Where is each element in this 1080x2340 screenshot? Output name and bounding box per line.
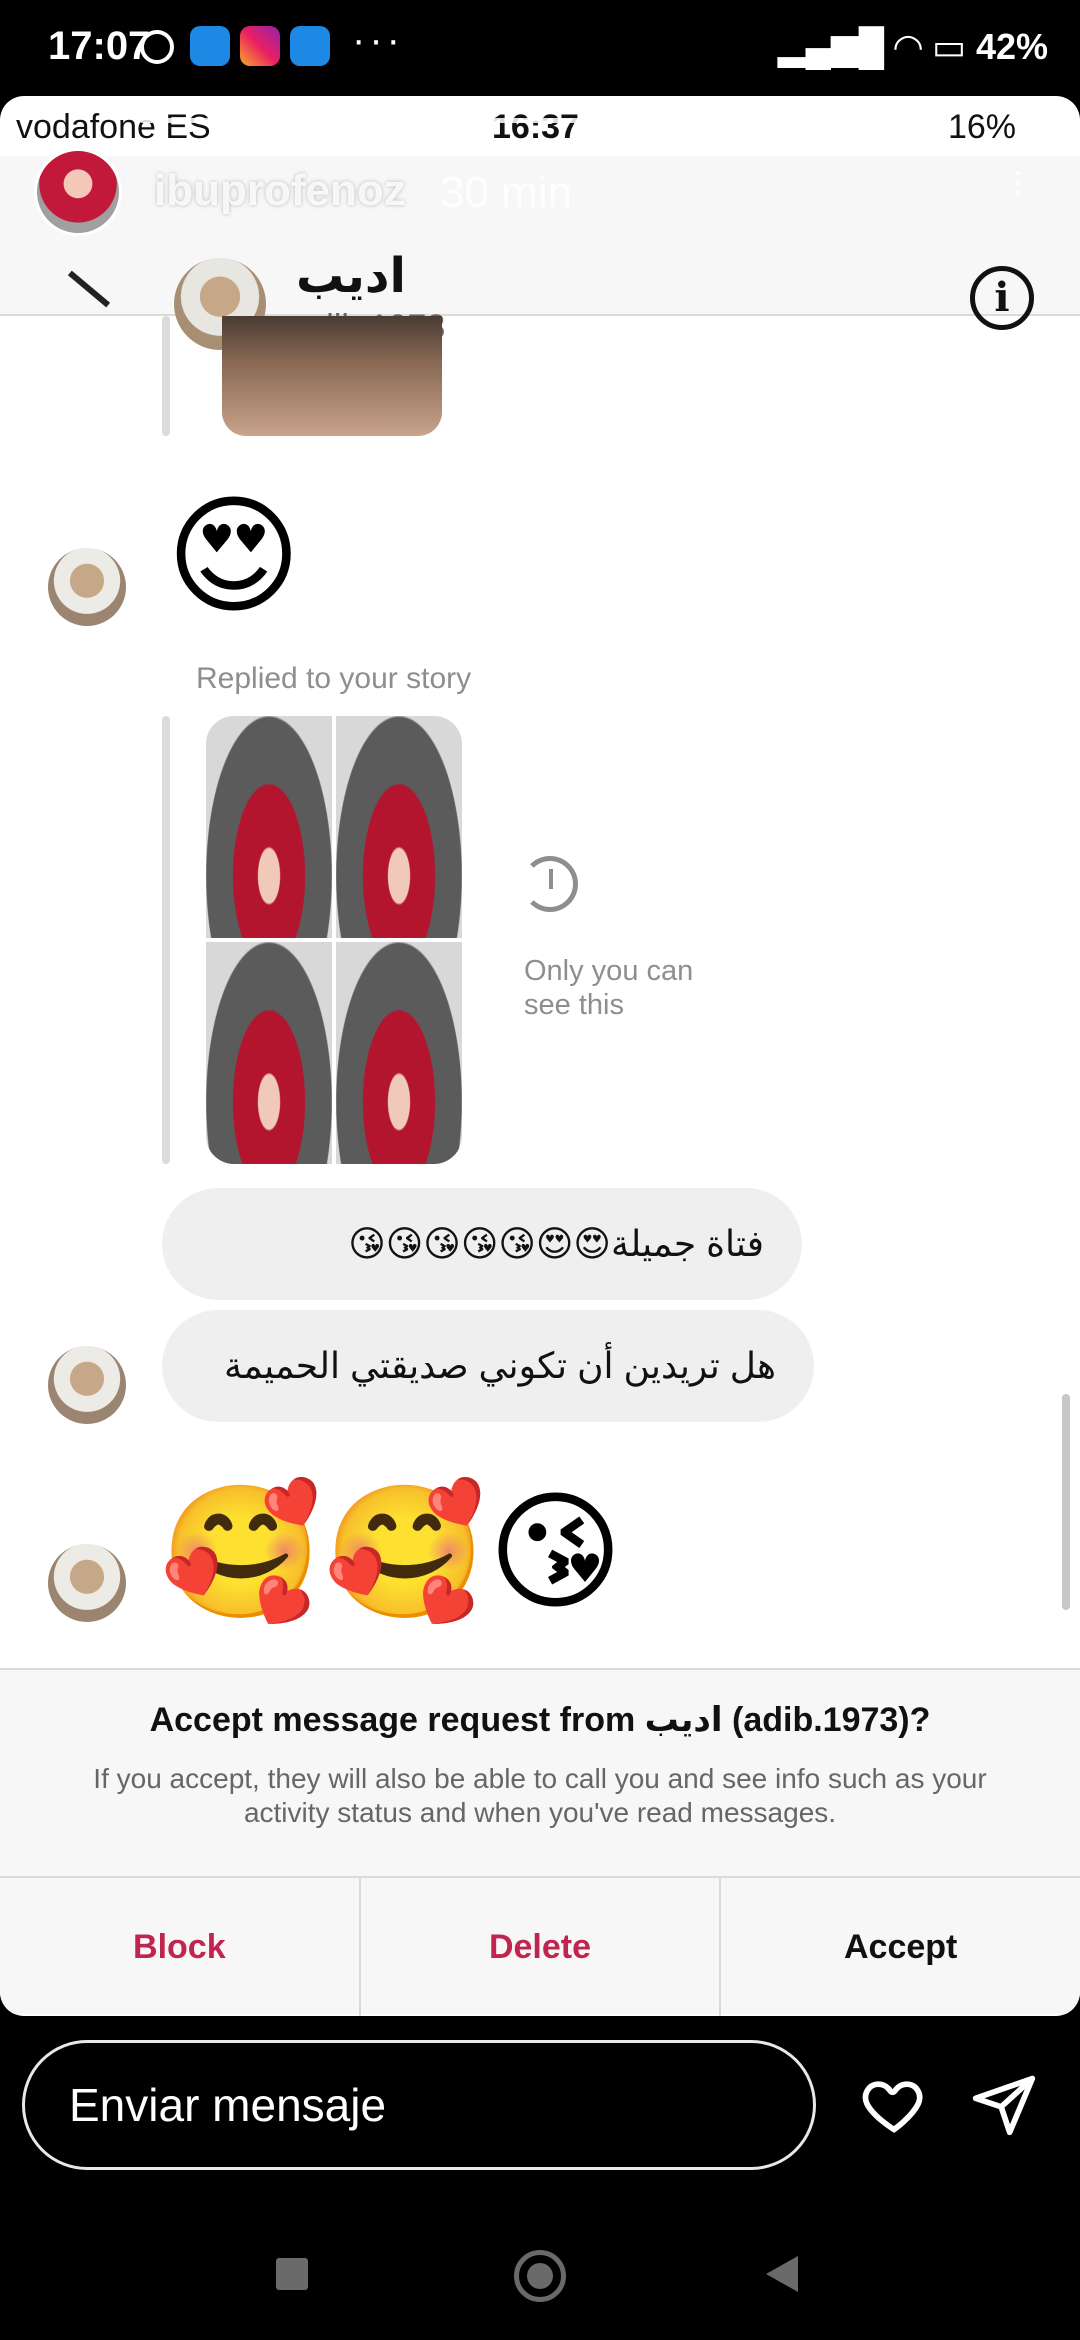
device-clock: 17:07 — [48, 24, 151, 68]
message-bubble: فتاة جميلة😍😍😘😘😘😘😘 — [162, 1188, 802, 1300]
block-button[interactable]: Block — [0, 1878, 361, 2016]
request-title: Accept message request from اديب (adib.1… — [149, 1701, 931, 1739]
story-username[interactable]: ibuprofenoz — [154, 166, 406, 216]
story-viewer[interactable]: vodafone ES 16:37 16% اديب adib.1973 i i… — [0, 96, 1080, 2016]
emoji-message: 😍 — [166, 480, 302, 632]
history-icon — [522, 856, 578, 912]
sender-avatar — [48, 1346, 126, 1424]
back-arrow-icon — [67, 270, 111, 308]
battery-icon: ▭ — [931, 26, 966, 67]
replied-to-story-label: Replied to your story — [196, 662, 472, 695]
screenshot-status-bar: vodafone ES 16:37 16% — [0, 96, 1080, 156]
shared-photo — [222, 316, 442, 436]
back-button[interactable] — [766, 2256, 798, 2292]
instagram-icon — [240, 26, 280, 66]
emoji-message: 🥰🥰😘 — [160, 1476, 626, 1628]
story-thumbnail-tile — [206, 942, 332, 1164]
app-notification-icon-2 — [290, 26, 330, 66]
request-actions: Block Delete Accept — [0, 1876, 1080, 2016]
heart-icon[interactable] — [860, 2070, 928, 2138]
more-options-icon[interactable]: · · · — [1012, 153, 1024, 209]
device-battery: ▂▄▆█ ◠ ▭ 42% — [778, 26, 1048, 68]
info-icon: i — [970, 266, 1034, 330]
story-thumbnail-tile — [206, 716, 332, 938]
battery-percent: 42% — [975, 26, 1048, 67]
home-button[interactable] — [514, 2250, 566, 2302]
story-thumbnail-tile — [336, 942, 462, 1164]
message-request-panel: Accept message request from اديب (adib.1… — [0, 1668, 1080, 2016]
screenshot-battery: 16% — [947, 108, 1016, 146]
app-notification-icon — [190, 26, 230, 66]
recents-button[interactable] — [276, 2258, 308, 2290]
screenshot-clock: 16:37 — [492, 108, 579, 146]
device-status-bar: 17:07 ··· ▂▄▆█ ◠ ▭ 42% — [0, 0, 1080, 96]
reply-quote-line — [162, 716, 170, 1164]
send-icon[interactable] — [970, 2070, 1038, 2138]
request-description: If you accept, they will also be able to… — [93, 1763, 987, 1828]
story-progress-bar — [140, 118, 624, 123]
delete-button[interactable]: Delete — [361, 1878, 722, 2016]
scrollbar[interactable] — [1062, 1394, 1070, 1610]
accept-button[interactable]: Accept — [721, 1878, 1080, 2016]
story-timestamp: 30 min — [440, 168, 573, 217]
chat-name: اديب — [296, 250, 406, 303]
story-thumbnail — [206, 716, 462, 1164]
only-you-notice: Only you can see this — [524, 955, 694, 1021]
alarm-icon — [140, 30, 174, 64]
sender-avatar — [48, 548, 126, 626]
message-bubble: هل تريدين أن تكوني صديقتي الحميمة — [162, 1310, 814, 1422]
story-author-avatar[interactable] — [34, 148, 122, 236]
carrier-label: vodafone ES — [16, 108, 211, 146]
wifi-icon: ◠ — [894, 26, 922, 67]
story-thumbnail-tile — [336, 716, 462, 938]
signal-icon: ▂▄▆█ — [777, 26, 885, 67]
reply-quote-line — [162, 316, 170, 436]
sender-avatar — [48, 1544, 126, 1622]
more-notifications-icon: ··· — [352, 18, 404, 62]
story-reply-input[interactable]: Enviar mensaje — [22, 2040, 816, 2170]
